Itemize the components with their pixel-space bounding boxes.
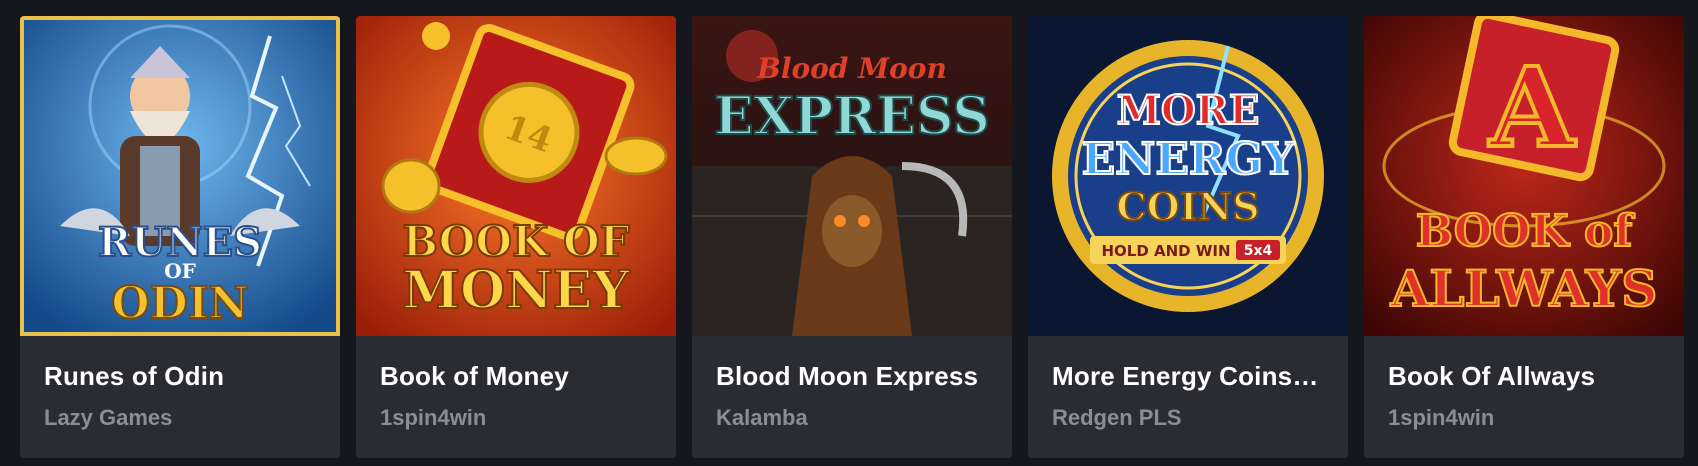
game-title[interactable]: Runes of Odin (44, 360, 316, 392)
blood-moon-express-thumbnail[interactable]: Blood Moon EXPRESS (692, 16, 1012, 336)
game-grid: RUNES OF ODIN Runes of Odin Lazy Games 1… (20, 16, 1684, 458)
game-title[interactable]: Blood Moon Express (716, 360, 988, 392)
book-of-money-logo-bottom: MONEY (402, 260, 630, 321)
game-provider: Redgen PLS (1052, 405, 1182, 430)
game-card-book-of-allways[interactable]: A BOOK of ALLWAYS Book Of Allways 1spin4… (1364, 16, 1684, 458)
game-card-book-of-money[interactable]: 14 BOOK OF MONEY Book of Money 1spin4win (356, 16, 676, 458)
book-of-allways-thumbnail[interactable]: A BOOK of ALLWAYS (1364, 16, 1684, 336)
energy-coins-logo-2: ENERGY (1082, 134, 1295, 185)
allways-logo-letter: A (1488, 43, 1576, 172)
book-of-money-thumbnail[interactable]: 14 BOOK OF MONEY (356, 16, 676, 336)
blood-moon-logo-top: Blood Moon (756, 52, 947, 85)
blood-moon-logo-bottom: EXPRESS (714, 86, 990, 147)
game-provider: Kalamba (716, 405, 808, 430)
book-of-money-logo-top: BOOK OF (403, 217, 630, 266)
game-title[interactable]: Book Of Allways (1388, 360, 1660, 392)
energy-coins-hold-win: HOLD AND WIN (1101, 242, 1230, 260)
game-provider: 1spin4win (380, 405, 487, 430)
game-provider: Lazy Games (44, 405, 173, 430)
runes-of-odin-thumbnail[interactable]: RUNES OF ODIN (20, 16, 340, 336)
runes-of-odin-logo-bottom: ODIN (111, 278, 248, 329)
allways-logo-top: BOOK of (1416, 206, 1636, 257)
more-energy-coins-thumbnail[interactable]: MORE ENERGY COINS HOLD AND WIN 5x4 (1028, 16, 1348, 336)
energy-coins-grid: 5x4 (1244, 243, 1273, 259)
game-card-blood-moon-express[interactable]: Blood Moon EXPRESS Blood Moon Express Ka… (692, 16, 1012, 458)
game-card-more-energy-coins[interactable]: MORE ENERGY COINS HOLD AND WIN 5x4 More … (1028, 16, 1348, 458)
energy-coins-logo-1: MORE (1117, 87, 1260, 134)
energy-coins-logo-3: COINS (1116, 184, 1259, 229)
allways-logo-bottom: ALLWAYS (1390, 259, 1658, 318)
game-title[interactable]: More Energy Coins: ... (1052, 360, 1324, 392)
game-title[interactable]: Book of Money (380, 360, 652, 392)
game-provider: 1spin4win (1388, 405, 1495, 430)
game-card-runes-of-odin[interactable]: RUNES OF ODIN Runes of Odin Lazy Games (20, 16, 340, 458)
